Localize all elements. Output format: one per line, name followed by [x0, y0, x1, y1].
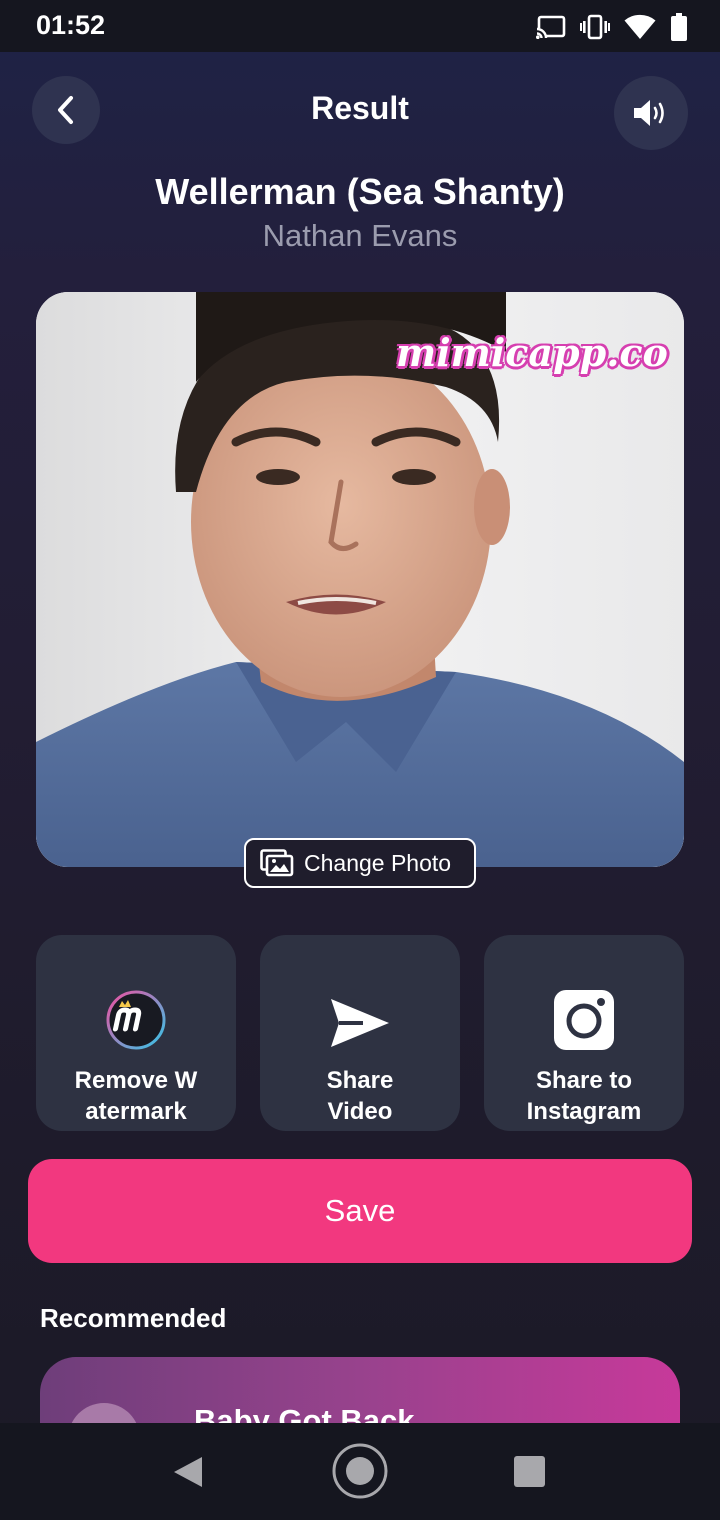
- change-photo-button[interactable]: Change Photo: [244, 838, 476, 888]
- song-artist: Nathan Evans: [262, 218, 458, 253]
- recommended-heading: Recommended: [40, 1303, 227, 1333]
- song-title: Wellerman (Sea Shanty): [155, 171, 565, 212]
- wifi-icon: [624, 14, 656, 39]
- back-triangle-icon[interactable]: [172, 1455, 204, 1489]
- vibrate-icon: [580, 14, 610, 40]
- share-instagram-label: Share to Instagram: [526, 1067, 642, 1125]
- share-video-button[interactable]: Share Video: [260, 935, 460, 1131]
- remove-watermark-label: Remove W atermark: [74, 1067, 198, 1125]
- send-icon: [331, 999, 389, 1047]
- save-button[interactable]: Save: [28, 1159, 692, 1263]
- recents-square-icon[interactable]: [514, 1456, 545, 1487]
- image-gallery-icon: [260, 849, 294, 877]
- system-nav-bar: [0, 1423, 720, 1520]
- instagram-icon: [554, 990, 614, 1050]
- change-photo-label: Change Photo: [304, 849, 452, 876]
- sound-button[interactable]: [614, 76, 688, 150]
- page-title: Result: [311, 90, 409, 126]
- status-bar: 01:52: [0, 0, 720, 52]
- share-instagram-button[interactable]: Share to Instagram: [484, 935, 684, 1131]
- watermark: mimicapp.co: [396, 330, 668, 375]
- battery-icon: [671, 13, 687, 41]
- speaker-icon: [634, 100, 664, 126]
- status-time: 01:52: [36, 10, 106, 40]
- home-circle-icon[interactable]: [332, 1443, 388, 1499]
- result-video-preview[interactable]: [36, 292, 684, 867]
- mimic-logo-icon: [106, 990, 166, 1050]
- remove-watermark-button[interactable]: Remove W atermark: [36, 935, 236, 1131]
- portrait-image: [36, 292, 684, 867]
- share-video-label: Share Video: [326, 1067, 394, 1125]
- status-icons: [536, 12, 688, 42]
- cast-icon: [536, 15, 566, 39]
